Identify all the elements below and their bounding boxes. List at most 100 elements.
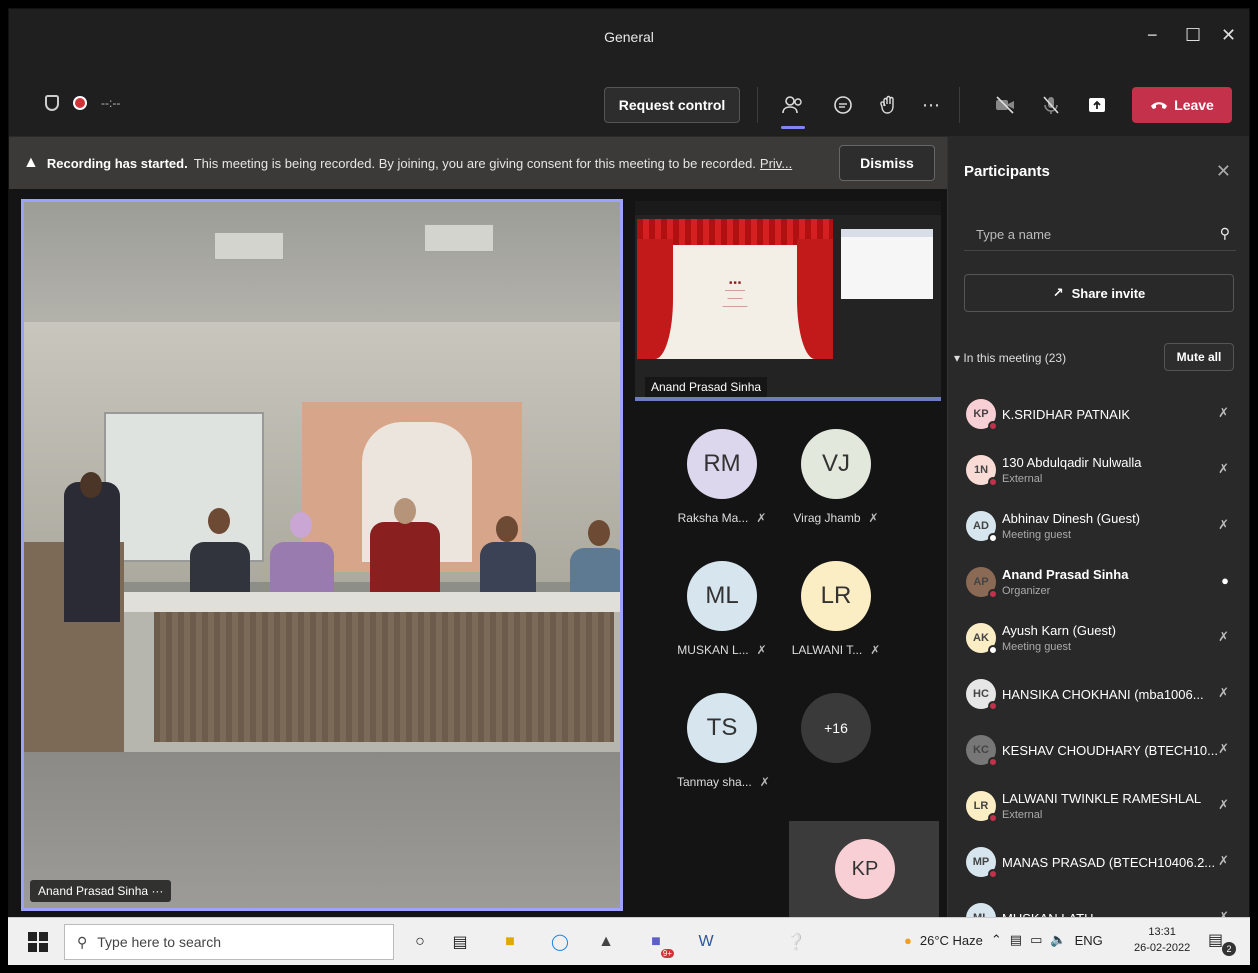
chevron-up-icon[interactable]: ⌃ bbox=[991, 932, 1002, 948]
word-icon[interactable]: W bbox=[694, 930, 718, 954]
participant-tile[interactable]: LR LALWANI T... ✗ bbox=[791, 561, 881, 657]
participant-row[interactable]: 1N 130 Abdulqadir Nulwalla External ✗ bbox=[948, 443, 1249, 499]
more-icon[interactable]: ⋯ bbox=[917, 91, 945, 119]
participant-row[interactable]: MP MANAS PRASAD (BTECH10406.2... ✗ bbox=[948, 835, 1249, 891]
mic-off-icon[interactable] bbox=[1037, 91, 1065, 119]
participant-search-input[interactable] bbox=[964, 219, 1204, 249]
shared-slide: ■ ■ ■ ———— ——— ————— bbox=[637, 219, 833, 359]
self-preview-tile[interactable]: KP bbox=[789, 821, 939, 921]
participant-name: LALWANI TWINKLE RAMESHLAL bbox=[1002, 791, 1202, 806]
participant-name: MANAS PRASAD (BTECH10406.2... bbox=[1002, 855, 1216, 870]
avatar: AP bbox=[966, 567, 998, 599]
share-invite-label: Share invite bbox=[1071, 285, 1146, 301]
people-icon[interactable] bbox=[779, 91, 807, 129]
title-bar: General − ☐ ✕ bbox=[9, 9, 1249, 65]
internet-explorer-icon[interactable]: ◯ bbox=[548, 930, 572, 954]
mic-off-icon[interactable]: ✗ bbox=[1218, 685, 1229, 701]
tile-name: MUSKAN L... bbox=[677, 643, 749, 657]
teams-icon[interactable]: ■ 9+ bbox=[644, 930, 674, 958]
share-screen-icon[interactable] bbox=[1083, 91, 1111, 119]
mic-off-icon[interactable]: ✗ bbox=[1218, 405, 1229, 421]
leave-label: Leave bbox=[1174, 97, 1214, 113]
minimize-icon[interactable]: − bbox=[1147, 25, 1158, 46]
participant-role: Meeting guest bbox=[1002, 529, 1072, 541]
main-video-name-tag: Anand Prasad Sinha ··· bbox=[30, 880, 172, 902]
main-video-tile[interactable]: Anand Prasad Sinha ··· bbox=[21, 199, 623, 911]
scanner-icon[interactable]: ▲ bbox=[594, 930, 618, 954]
tile-name: Raksha Ma... bbox=[677, 511, 749, 525]
leave-button[interactable]: Leave bbox=[1132, 87, 1232, 123]
mic-on-icon[interactable]: ● bbox=[1221, 573, 1229, 588]
participant-name: Abhinav Dinesh (Guest) bbox=[1002, 511, 1141, 526]
taskbar-search[interactable]: ⚲ Type here to search bbox=[64, 924, 394, 960]
file-explorer-icon[interactable]: ■ bbox=[498, 930, 522, 954]
participant-row[interactable]: AP Anand Prasad Sinha Organizer ● bbox=[948, 555, 1249, 611]
mic-off-icon[interactable]: ✗ bbox=[1218, 797, 1229, 813]
camera-off-icon[interactable] bbox=[991, 91, 1019, 119]
participant-tile[interactable]: ML MUSKAN L... ✗ bbox=[677, 561, 767, 657]
close-icon[interactable]: ✕ bbox=[1221, 25, 1236, 46]
request-control-button[interactable]: Request control bbox=[604, 87, 740, 123]
teams-window: General − ☐ ✕ --:-- Request control ⋯ Le… bbox=[8, 8, 1250, 965]
mic-off-icon[interactable]: ✗ bbox=[1218, 853, 1229, 869]
chevron-down-icon: ▾ bbox=[954, 351, 964, 365]
participants-panel: Participants ✕ ⚲ ↗ Share invite ▾ In thi… bbox=[947, 137, 1249, 964]
help-icon[interactable]: ❔ bbox=[784, 930, 808, 954]
avatar: LR bbox=[801, 561, 871, 631]
avatar: KC bbox=[966, 735, 998, 767]
windows-start-icon[interactable] bbox=[28, 932, 48, 952]
mic-off-icon: ✗ bbox=[759, 775, 770, 789]
cortana-icon[interactable]: ○ bbox=[408, 930, 432, 954]
more-participants-count: +16 bbox=[801, 693, 871, 763]
participant-row[interactable]: LR LALWANI TWINKLE RAMESHLAL External ✗ bbox=[948, 779, 1249, 835]
language-indicator[interactable]: ENG bbox=[1075, 933, 1103, 948]
mic-off-icon[interactable]: ✗ bbox=[1218, 461, 1229, 477]
more-options-icon[interactable]: ··· bbox=[151, 884, 163, 898]
participant-tile[interactable]: VJ Virag Jhamb ✗ bbox=[791, 429, 881, 525]
maximize-icon[interactable]: ☐ bbox=[1185, 25, 1201, 46]
presenter-name: Anand Prasad Sinha bbox=[645, 377, 768, 397]
volume-icon[interactable]: 🔈 bbox=[1050, 932, 1066, 948]
more-participants-tile[interactable]: +16 bbox=[801, 693, 871, 763]
avatar: VJ bbox=[801, 429, 871, 499]
taskbar-clock[interactable]: 13:31 26-02-2022 bbox=[1134, 924, 1190, 956]
screen-share-tile[interactable]: ■ ■ ■ ———— ——— ————— Anand Prasad Sinha bbox=[635, 201, 941, 401]
participant-name: Anand Prasad Sinha bbox=[1002, 567, 1129, 582]
participant-role: External bbox=[1002, 473, 1043, 485]
search-icon[interactable]: ⚲ bbox=[1220, 225, 1230, 242]
banner-title: Recording has started. bbox=[46, 155, 188, 171]
dismiss-button[interactable]: Dismiss bbox=[839, 145, 935, 181]
weather-icon: ● bbox=[904, 932, 912, 948]
tile-name: LALWANI T... bbox=[791, 643, 863, 657]
in-meeting-header[interactable]: ▾ In this meeting (23) bbox=[954, 351, 1066, 365]
panel-title: Participants bbox=[964, 163, 1050, 180]
privacy-link[interactable]: Priv... bbox=[760, 156, 792, 171]
avatar: MP bbox=[966, 847, 998, 879]
participant-name: Ayush Karn (Guest) bbox=[1002, 623, 1116, 638]
close-panel-icon[interactable]: ✕ bbox=[1216, 161, 1231, 182]
participant-tile[interactable]: RM Raksha Ma... ✗ bbox=[677, 429, 767, 525]
chat-icon[interactable] bbox=[829, 91, 857, 119]
recording-icon bbox=[73, 96, 87, 110]
share-invite-button[interactable]: ↗ Share invite bbox=[964, 274, 1234, 312]
network-icon[interactable]: ▤ bbox=[1010, 932, 1022, 948]
mic-off-icon[interactable]: ✗ bbox=[1218, 517, 1229, 533]
shield-icon[interactable] bbox=[45, 95, 59, 111]
task-view-icon[interactable]: ▤ bbox=[448, 930, 472, 954]
avatar: AK bbox=[966, 623, 998, 655]
notification-icon[interactable]: ▤ 2 bbox=[1208, 930, 1236, 956]
mute-all-button[interactable]: Mute all bbox=[1164, 343, 1234, 371]
mic-off-icon[interactable]: ✗ bbox=[1218, 629, 1229, 645]
participant-row[interactable]: AD Abhinav Dinesh (Guest) Meeting guest ✗ bbox=[948, 499, 1249, 555]
react-icon[interactable] bbox=[875, 91, 903, 119]
participant-row[interactable]: AK Ayush Karn (Guest) Meeting guest ✗ bbox=[948, 611, 1249, 667]
participant-tile[interactable]: TS Tanmay sha... ✗ bbox=[677, 693, 770, 789]
participant-row[interactable]: KP K.SRIDHAR PATNAIK ✗ bbox=[948, 387, 1249, 443]
weather-text[interactable]: 26°C Haze bbox=[920, 933, 983, 948]
avatar: ML bbox=[687, 561, 757, 631]
participant-row[interactable]: HC HANSIKA CHOKHANI (mba1006... ✗ bbox=[948, 667, 1249, 723]
participant-row[interactable]: KC KESHAV CHOUDHARY (BTECH10... ✗ bbox=[948, 723, 1249, 779]
participant-name: HANSIKA CHOKHANI (mba1006... bbox=[1002, 687, 1204, 702]
battery-icon[interactable]: ▭ bbox=[1030, 932, 1042, 948]
mic-off-icon[interactable]: ✗ bbox=[1218, 741, 1229, 757]
